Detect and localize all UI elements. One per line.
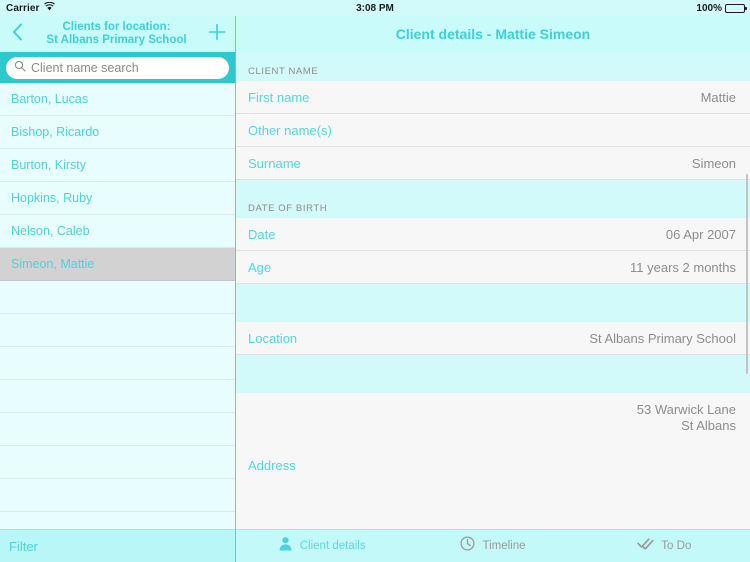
client-list-empty-row — [0, 281, 235, 314]
detail-field-row[interactable]: Address 53 Warwick Lane St Albans — [236, 393, 750, 529]
battery-percent-label: 100% — [696, 2, 722, 14]
search-field[interactable] — [6, 56, 229, 79]
client-detail-pane: Client details - Mattie Simeon CLIENT NA… — [236, 16, 750, 562]
detail-section-header: DATE OF BIRTH — [236, 180, 750, 218]
sidebar-title-line1: Clients for location: — [62, 21, 171, 33]
detail-field-value: St Albans Primary School — [589, 330, 736, 346]
detail-field-value: 11 years 2 months — [630, 259, 736, 275]
detail-field-row[interactable]: First name Mattie — [236, 81, 750, 114]
tab-to-do[interactable]: To Do — [579, 530, 750, 562]
detail-field-label: Surname — [248, 155, 301, 171]
filter-label: Filter — [9, 538, 38, 554]
client-list-item[interactable]: Burton, Kirsty — [0, 149, 235, 182]
detail-field-label: Age — [248, 259, 272, 275]
search-icon — [14, 59, 26, 77]
client-list-empty-row — [0, 347, 235, 380]
carrier-label: Carrier — [6, 2, 40, 14]
search-bar — [0, 52, 235, 83]
tab-label: Timeline — [482, 540, 526, 552]
detail-field-value: Simeon — [691, 155, 736, 171]
detail-section-header — [236, 284, 750, 322]
sidebar-header: Clients for location: St Albans Primary … — [0, 16, 235, 52]
detail-body[interactable]: CLIENT NAME First name Mattie Other name(s)… — [236, 52, 750, 529]
detail-field-label: Location — [248, 330, 298, 346]
client-list-item-label: Hopkins, Ruby — [11, 191, 93, 205]
tab-label: To Do — [661, 540, 692, 552]
client-list-empty-row — [0, 479, 235, 512]
check-icon — [637, 536, 654, 556]
client-list-item-label: Bishop, Ricardo — [11, 125, 100, 139]
sidebar-title: Clients for location: St Albans Primary … — [28, 21, 205, 47]
tab-label: Client details — [299, 540, 366, 552]
detail-field-row[interactable]: Date 06 Apr 2007 — [236, 218, 750, 251]
back-button[interactable] — [6, 23, 28, 46]
detail-field-value: 53 Warwick Lane St Albans — [636, 402, 736, 433]
client-list-empty-row — [0, 446, 235, 479]
person-icon — [278, 536, 293, 556]
client-list-item[interactable]: Hopkins, Ruby — [0, 182, 235, 215]
detail-section-header — [236, 355, 750, 393]
tab-timeline[interactable]: Timeline — [407, 530, 578, 562]
status-bar-right: 100% — [696, 3, 750, 14]
filter-button[interactable]: Filter — [0, 529, 235, 562]
detail-field-label: Date — [248, 226, 276, 242]
detail-field-label: Address — [248, 458, 296, 473]
plus-icon — [207, 22, 227, 47]
detail-section-header: CLIENT NAME — [236, 52, 750, 81]
client-list-empty-row — [0, 380, 235, 413]
wifi-icon — [43, 1, 55, 14]
detail-field-label: Other name(s) — [248, 122, 332, 138]
add-client-button[interactable] — [205, 22, 229, 47]
client-list-item-label: Simeon, Mattie — [11, 257, 95, 271]
detail-section-header-label: DATE OF BIRTH — [248, 203, 328, 214]
client-list-empty-row — [0, 413, 235, 446]
clients-sidebar: Clients for location: St Albans Primary … — [0, 16, 236, 562]
page-title: Client details - Mattie Simeon — [395, 26, 591, 42]
detail-field-label: First name — [248, 89, 310, 105]
detail-field-row[interactable]: Location St Albans Primary School — [236, 322, 750, 355]
detail-field-row[interactable]: Age 11 years 2 months — [236, 251, 750, 284]
split-view: Clients for location: St Albans Primary … — [0, 16, 750, 562]
client-list-item[interactable]: Bishop, Ricardo — [0, 116, 235, 149]
client-list-item-label: Barton, Lucas — [11, 92, 89, 106]
client-list-item-label: Burton, Kirsty — [11, 158, 87, 172]
client-list-item[interactable]: Barton, Lucas — [0, 83, 235, 116]
client-list-empty-row — [0, 512, 235, 529]
detail-header: Client details - Mattie Simeon — [236, 16, 750, 52]
client-list-item[interactable]: Nelson, Caleb — [0, 215, 235, 248]
detail-field-row[interactable]: Surname Simeon — [236, 147, 750, 180]
client-list-item-label: Nelson, Caleb — [11, 224, 90, 238]
status-bar: Carrier 3:08 PM 100% — [0, 0, 750, 16]
status-bar-left: Carrier — [0, 1, 236, 14]
detail-section-header-label: CLIENT NAME — [248, 66, 319, 77]
battery-full-icon — [725, 3, 747, 13]
scrollbar[interactable] — [746, 174, 748, 374]
client-list[interactable]: Barton, Lucas Bishop, Ricardo Burton, Kirs… — [0, 83, 235, 529]
chevron-left-icon — [12, 23, 23, 46]
detail-field-value: Mattie — [700, 89, 736, 105]
client-list-empty-row — [0, 314, 235, 347]
sidebar-title-line2: St Albans Primary School — [46, 34, 187, 46]
detail-field-row[interactable]: Other name(s) — [236, 114, 750, 147]
app-window: Carrier 3:08 PM 100% Clients for locatio… — [0, 0, 750, 562]
client-list-item[interactable]: Simeon, Mattie — [0, 248, 235, 281]
clock-icon — [460, 536, 476, 556]
tab-bar[interactable]: Client details Timeline To Do — [236, 529, 750, 562]
tab-client-details[interactable]: Client details — [236, 530, 407, 562]
detail-field-value: 06 Apr 2007 — [665, 226, 736, 242]
search-input[interactable] — [31, 60, 221, 75]
